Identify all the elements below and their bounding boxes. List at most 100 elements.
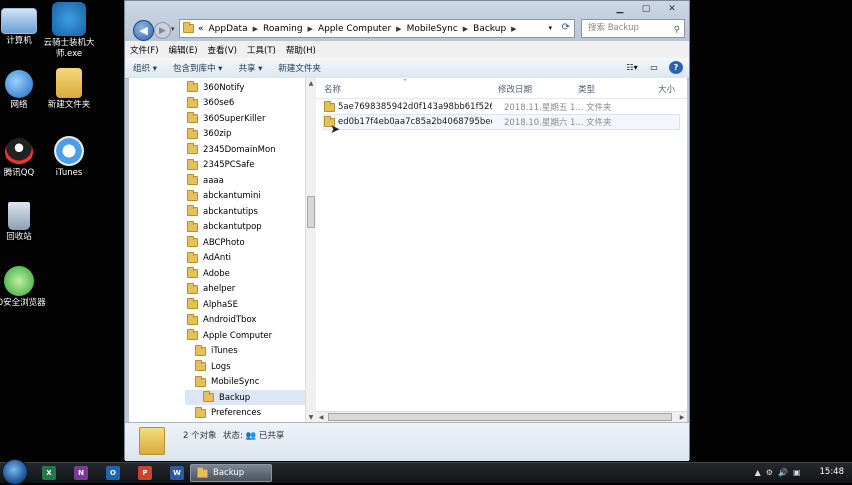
taskbar-item-backup[interactable]: Backup xyxy=(190,464,272,482)
menu-tools[interactable]: 工具(T) xyxy=(242,44,281,56)
address-prefix[interactable]: « xyxy=(198,24,204,34)
menu-edit[interactable]: 编辑(E) xyxy=(164,44,203,56)
desktop-icon-itunes[interactable]: iTunes xyxy=(38,136,100,179)
new-folder-button[interactable]: 新建文件夹 xyxy=(270,62,329,74)
scroll-left-icon[interactable]: ◀ xyxy=(316,412,326,422)
menu-file[interactable]: 文件(F) xyxy=(125,44,164,56)
tree-item[interactable]: 360SuperKiller xyxy=(187,111,305,126)
column-date[interactable]: 修改日期 xyxy=(498,83,532,95)
column-type[interactable]: 类型 xyxy=(578,83,595,95)
scroll-down-icon[interactable]: ▼ xyxy=(306,412,316,422)
forward-button[interactable]: ▶ xyxy=(154,22,171,39)
navigation-scrollbar[interactable]: ▲ ▼ xyxy=(305,78,316,422)
desktop-icon-browser[interactable]: 60安全浏览器 xyxy=(0,266,50,309)
tree-item[interactable]: abckantutpop xyxy=(187,220,305,235)
tree-item[interactable]: MobileSync xyxy=(195,375,305,390)
folder-icon xyxy=(195,406,206,418)
tree-item[interactable]: abckantumini xyxy=(187,189,305,204)
breadcrumb-roaming[interactable]: Roaming xyxy=(263,24,303,34)
file-row[interactable]: 5ae7698385942d0f143a98bb61f5265... 2018.… xyxy=(324,100,679,114)
scrollbar-thumb[interactable] xyxy=(328,413,672,421)
desktop-icon-label: 新建文件夹 xyxy=(47,100,91,110)
preview-pane-icon[interactable]: ▭ xyxy=(647,61,661,74)
column-size[interactable]: 大小 xyxy=(658,83,675,95)
minimize-icon[interactable]: ▁ xyxy=(607,1,633,17)
tree-item[interactable]: AdAnti xyxy=(187,251,305,266)
tree-item[interactable]: iTunes xyxy=(195,344,305,359)
change-view-icon[interactable]: ☷▾ xyxy=(625,61,639,74)
folder-icon xyxy=(195,360,206,371)
tree-item[interactable]: 360se6 xyxy=(187,96,305,111)
breadcrumb-separator-icon[interactable]: ▶ xyxy=(308,25,313,33)
tree-item[interactable]: Backup xyxy=(185,390,305,405)
start-button[interactable] xyxy=(2,459,28,485)
network-tray-icon[interactable]: ▣ xyxy=(793,468,801,477)
tree-item[interactable]: AlphaSE xyxy=(187,297,305,312)
tray-arrow-icon[interactable]: ▲ xyxy=(755,468,761,477)
tree-item[interactable]: Apple Computer xyxy=(187,328,305,343)
folder-icon xyxy=(187,96,198,108)
address-dropdown-icon[interactable]: ▾ xyxy=(548,24,552,32)
breadcrumb-mobilesync[interactable]: MobileSync xyxy=(407,24,458,34)
tree-item[interactable]: AndroidTbox xyxy=(187,313,305,328)
file-row[interactable]: ed0b17f4eb0aa7c85a2b4068795beef... 2018.… xyxy=(323,114,680,130)
tree-item-label: ABCPhoto xyxy=(203,237,245,248)
excel-icon[interactable]: X xyxy=(42,466,56,480)
tray-app-icon[interactable]: ⚙ xyxy=(766,468,773,477)
folder-icon xyxy=(187,220,198,232)
include-in-library-button[interactable]: 包含到库中 ▾ xyxy=(165,62,230,74)
clock[interactable]: 15:48 xyxy=(820,467,845,477)
file-name: 5ae7698385942d0f143a98bb61f5265... xyxy=(338,102,492,112)
word-icon[interactable]: W xyxy=(170,466,184,480)
tree-item[interactable]: Preferences xyxy=(195,406,305,421)
breadcrumb-separator-icon[interactable]: ▶ xyxy=(253,25,258,33)
breadcrumb-apple-computer[interactable]: Apple Computer xyxy=(318,24,391,34)
help-icon[interactable]: ? xyxy=(669,61,683,74)
scroll-right-icon[interactable]: ▶ xyxy=(677,412,687,422)
tree-item[interactable]: ahelper xyxy=(187,282,305,297)
powerpoint-icon[interactable]: P xyxy=(138,466,152,480)
close-icon[interactable]: ✕ xyxy=(659,1,685,17)
breadcrumb-separator-icon[interactable]: ▶ xyxy=(396,25,401,33)
folder-icon xyxy=(183,22,194,33)
details-pane: 2 个对象 状态: 👥 已共享 xyxy=(125,422,689,461)
refresh-icon[interactable]: ⟳ xyxy=(562,22,570,33)
breadcrumb-separator-icon[interactable]: ▶ xyxy=(511,25,516,33)
tree-item-label: ahelper xyxy=(203,284,236,294)
file-date: 2018.10.星期六 1... xyxy=(504,118,584,128)
address-bar[interactable]: « AppData ▶ Roaming ▶ Apple Computer ▶ M… xyxy=(179,19,575,38)
menu-help[interactable]: 帮助(H) xyxy=(281,44,321,56)
tree-item[interactable]: Adobe xyxy=(187,266,305,281)
column-name[interactable]: 名称 xyxy=(324,83,341,95)
share-button[interactable]: 共享 ▾ xyxy=(230,62,270,74)
tree-item[interactable]: Logs xyxy=(195,359,305,374)
desktop-icon-new-folder[interactable]: 新建文件夹 xyxy=(38,68,100,111)
tree-item-label: abckantumini xyxy=(203,191,261,201)
tree-item[interactable]: aaaa xyxy=(187,173,305,188)
onenote-icon[interactable]: N xyxy=(74,466,88,480)
taskbar: X N O P W Backup ▲ ⚙ 🔊 ▣ 15:48 xyxy=(0,459,852,485)
tree-item[interactable]: abckantutips xyxy=(187,204,305,219)
breadcrumb-separator-icon[interactable]: ▶ xyxy=(463,25,468,33)
desktop-icon-knight[interactable]: 云骑士装机大师.exe xyxy=(38,2,100,60)
organize-button[interactable]: 组织 ▾ xyxy=(125,62,165,74)
search-input[interactable]: 搜索 Backup ⚲ xyxy=(581,19,685,38)
outlook-icon[interactable]: O xyxy=(106,466,120,480)
tree-item[interactable]: ABCPhoto xyxy=(187,235,305,250)
maximize-icon[interactable]: ▢ xyxy=(633,1,659,17)
menu-view[interactable]: 查看(V) xyxy=(203,44,242,56)
tree-item[interactable]: 360Notify xyxy=(187,80,305,95)
back-button[interactable]: ◀ xyxy=(133,20,154,41)
window-controls: ▁ ▢ ✕ xyxy=(607,1,685,17)
breadcrumb-appdata[interactable]: AppData xyxy=(209,24,248,34)
desktop-icon-recycle-bin[interactable]: 回收站 xyxy=(0,202,50,243)
tree-item[interactable]: 2345DomainMon xyxy=(187,142,305,157)
scroll-up-icon[interactable]: ▲ xyxy=(306,78,316,88)
file-type: 文件夹 xyxy=(586,118,612,128)
volume-icon[interactable]: 🔊 xyxy=(778,468,788,477)
breadcrumb-backup[interactable]: Backup xyxy=(473,24,506,34)
scrollbar-thumb[interactable] xyxy=(307,196,315,228)
recent-pages-dropdown[interactable]: ▾ xyxy=(171,25,175,33)
tree-item[interactable]: 360zip xyxy=(187,127,305,142)
tree-item[interactable]: 2345PCSafe xyxy=(187,158,305,173)
